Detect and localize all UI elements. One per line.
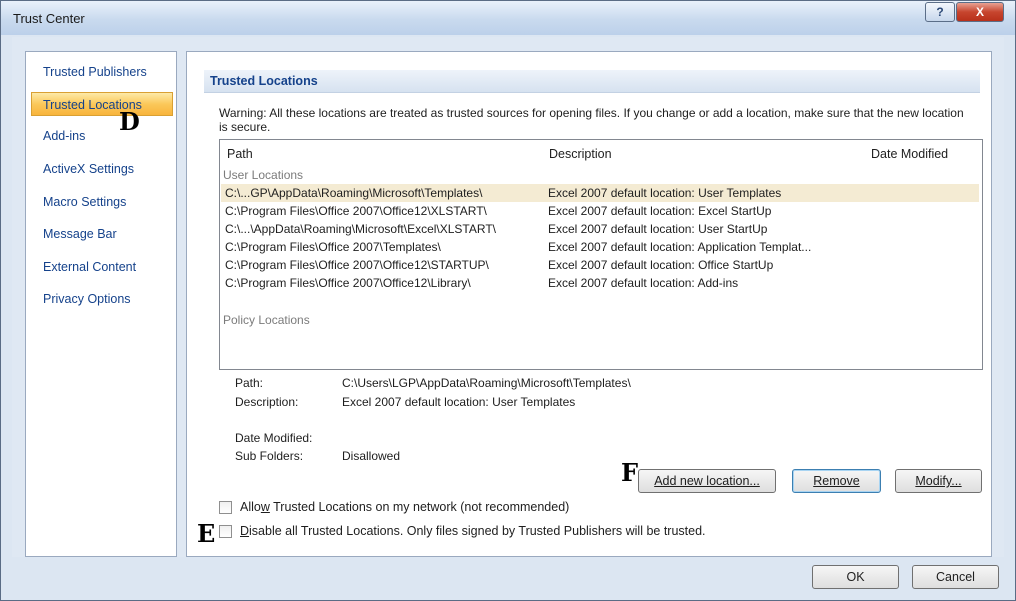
close-button[interactable]: X <box>956 2 1004 22</box>
row-path: C:\...GP\AppData\Roaming\Microsoft\Templ… <box>225 186 483 200</box>
row-path: C:\Program Files\Office 2007\Office12\ST… <box>225 258 489 272</box>
sidebar-item-trusted-locations[interactable]: Trusted Locations <box>31 92 173 116</box>
sidebar-item-privacy-options[interactable]: Privacy Options <box>27 287 175 311</box>
sidebar-item-macro-settings[interactable]: Macro Settings <box>27 190 175 214</box>
row-description: Excel 2007 default location: User Templa… <box>548 186 782 200</box>
disable-all-checkbox-row[interactable]: Disable all Trusted Locations. Only file… <box>219 524 706 539</box>
detail-subfolders-value: Disallowed <box>342 449 401 463</box>
detail-path-label: Path: <box>235 376 264 390</box>
table-row[interactable]: C:\...\AppData\Roaming\Microsoft\Excel\X… <box>221 220 979 238</box>
disable-all-checkbox[interactable] <box>219 525 232 539</box>
detail-description-label: Description: <box>235 395 299 409</box>
content-panel: Trusted Locations Warning: All these loc… <box>186 51 992 557</box>
sidebar-item-external-content[interactable]: External Content <box>27 255 175 279</box>
row-description: Excel 2007 default location: Excel Start… <box>548 204 772 218</box>
allow-network-checkbox[interactable] <box>219 501 232 515</box>
section-title: Trusted Locations <box>210 74 318 88</box>
table-row[interactable]: C:\Program Files\Office 2007\Templates\ … <box>221 238 979 256</box>
marker-e: E <box>197 519 216 548</box>
allow-network-label-pre: Allo <box>240 500 261 514</box>
row-description: Excel 2007 default location: Add-ins <box>548 276 739 290</box>
section-header: Trusted Locations <box>204 70 980 93</box>
window-title: Trust Center <box>13 11 85 26</box>
table-row[interactable]: C:\Program Files\Office 2007\Office12\XL… <box>221 202 979 220</box>
allow-network-label-key: w <box>260 500 270 514</box>
table-row[interactable]: C:\Program Files\Office 2007\Office12\ST… <box>221 256 979 274</box>
sidebar: Trusted Publishers Trusted Locations Add… <box>25 51 177 557</box>
modify-label: Modify... <box>915 474 962 488</box>
detail-date-modified-label: Date Modified: <box>235 431 313 445</box>
sidebar-item-message-bar[interactable]: Message Bar <box>27 222 175 246</box>
marker-d: D <box>119 107 140 136</box>
row-description: Excel 2007 default location: Office Star… <box>548 258 774 272</box>
trusted-locations-list[interactable]: Path Description Date Modified User Loca… <box>219 139 983 370</box>
cancel-button[interactable]: Cancel <box>912 565 999 589</box>
disable-all-label-key: D <box>240 524 250 538</box>
row-path: C:\Program Files\Office 2007\Office12\Li… <box>225 276 471 290</box>
column-header-description[interactable]: Description <box>549 147 612 161</box>
disable-all-label-post: isable all Trusted Locations. Only files… <box>249 524 706 538</box>
sidebar-item-trusted-publishers[interactable]: Trusted Publishers <box>27 60 175 84</box>
allow-network-label-post: Trusted Locations on my network (not rec… <box>269 500 570 514</box>
modify-button[interactable]: Modify... <box>895 469 982 493</box>
group-label-policy-locations: Policy Locations <box>223 313 310 327</box>
sidebar-item-activex-settings[interactable]: ActiveX Settings <box>27 157 175 181</box>
row-path: C:\...\AppData\Roaming\Microsoft\Excel\X… <box>225 222 496 236</box>
remove-button[interactable]: Remove <box>792 469 881 493</box>
row-path: C:\Program Files\Office 2007\Office12\XL… <box>225 204 487 218</box>
title-bar[interactable]: Trust Center ? X <box>1 1 1015 35</box>
dialog-body: Trusted Publishers Trusted Locations Add… <box>12 37 1004 557</box>
row-path: C:\Program Files\Office 2007\Templates\ <box>225 240 441 254</box>
row-description: Excel 2007 default location: User StartU… <box>548 222 768 236</box>
ok-button[interactable]: OK <box>812 565 899 589</box>
warning-text: Warning: All these locations are treated… <box>219 106 964 134</box>
column-header-path[interactable]: Path <box>227 147 253 161</box>
marker-f: F <box>621 458 639 487</box>
detail-subfolders-label: Sub Folders: <box>235 449 304 463</box>
table-row[interactable]: C:\...GP\AppData\Roaming\Microsoft\Templ… <box>221 184 979 202</box>
help-button[interactable]: ? <box>925 2 955 22</box>
trust-center-window: Trust Center ? X Trusted Publishers Trus… <box>0 0 1016 601</box>
allow-network-checkbox-row[interactable]: Allow Trusted Locations on my network (n… <box>219 500 570 515</box>
add-new-location-label: Add new location... <box>654 474 760 488</box>
sidebar-item-add-ins[interactable]: Add-ins <box>27 124 175 148</box>
group-label-user-locations: User Locations <box>223 168 304 182</box>
remove-label: Remove <box>813 474 860 488</box>
row-description: Excel 2007 default location: Application… <box>548 240 812 254</box>
add-new-location-button[interactable]: Add new location... <box>638 469 776 493</box>
detail-description-value: Excel 2007 default location: User Templa… <box>342 395 576 409</box>
column-header-date-modified[interactable]: Date Modified <box>871 147 948 161</box>
detail-path-value: C:\Users\LGP\AppData\Roaming\Microsoft\T… <box>342 376 631 390</box>
table-row[interactable]: C:\Program Files\Office 2007\Office12\Li… <box>221 274 979 292</box>
